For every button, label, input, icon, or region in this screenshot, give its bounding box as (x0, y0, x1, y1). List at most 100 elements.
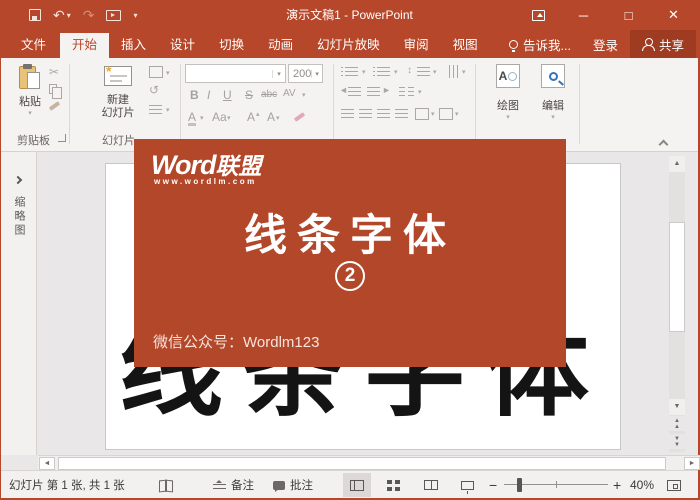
columns-icon[interactable] (399, 87, 405, 96)
font-color-dropdown-icon[interactable]: ▾ (200, 114, 204, 122)
character-spacing-dropdown-icon[interactable]: ▾ (302, 91, 306, 99)
close-button[interactable]: ✕ (651, 0, 696, 30)
justify-icon[interactable] (395, 109, 408, 118)
grow-font-button[interactable]: A (247, 111, 255, 123)
share-button[interactable]: 共享 (629, 30, 696, 58)
sign-in-button[interactable]: 登录 (581, 35, 630, 54)
scroll-down-icon[interactable]: ▼ (669, 399, 685, 415)
tab-home[interactable]: 开始 (60, 33, 110, 58)
minimize-button[interactable]: ─ (561, 0, 606, 30)
convert-smartart-dropdown-icon[interactable]: ▾ (455, 110, 459, 118)
tab-design[interactable]: 设计 (158, 33, 207, 58)
reset-slide-icon[interactable]: ↺ (149, 84, 159, 96)
tab-file[interactable]: 文件 (7, 33, 60, 58)
scroll-up-icon[interactable]: ▲ (669, 156, 685, 172)
normal-view-icon (350, 479, 364, 491)
fit-to-window-button[interactable] (667, 471, 681, 499)
copy-icon[interactable] (49, 84, 62, 99)
vertical-scroll-thumb[interactable] (669, 222, 685, 332)
reading-view-icon (424, 480, 438, 490)
align-right-icon[interactable] (377, 109, 390, 118)
editing-group-button[interactable]: 编辑 ▾ (533, 64, 573, 121)
clipboard-dialog-launcher-icon[interactable] (58, 134, 66, 142)
decrease-indent-icon[interactable] (348, 87, 361, 96)
bullets-dropdown-icon[interactable]: ▾ (362, 68, 366, 76)
scroll-left-icon[interactable]: ◄ (39, 457, 55, 470)
strikethrough-button[interactable]: S (245, 89, 253, 101)
zoom-level[interactable]: 40% (630, 471, 654, 499)
change-case-button[interactable]: Aa (212, 111, 227, 123)
previous-slide-icon[interactable]: ▲ ▲ (669, 416, 685, 431)
drawing-icon: A (496, 64, 520, 88)
text-direction-dropdown-icon[interactable]: ▾ (462, 68, 466, 76)
font-size-combo[interactable]: 200 ▾ (288, 64, 323, 83)
clear-formatting-chars-button[interactable]: abc (261, 90, 277, 100)
tell-me-button[interactable]: 告诉我... (499, 35, 581, 54)
collapse-ribbon-button[interactable] (658, 139, 669, 151)
tab-animations[interactable]: 动画 (256, 33, 305, 58)
format-painter-icon[interactable] (48, 101, 61, 111)
horizontal-scrollbar[interactable]: ◄ ► (38, 455, 700, 470)
slide-layout-dropdown-icon[interactable]: ▾ (166, 69, 170, 77)
change-case-dropdown-icon[interactable]: ▾ (227, 114, 231, 122)
tell-me-label: 告诉我... (523, 38, 571, 53)
ribbon-display-options-icon (532, 9, 545, 21)
text-direction-icon[interactable] (449, 65, 458, 78)
next-slide-icon[interactable]: ▼ ▼ (669, 434, 685, 449)
distribute-text-icon[interactable] (415, 108, 429, 120)
section-icon[interactable] (149, 105, 162, 114)
drawing-group-button[interactable]: A 绘图 ▾ (488, 64, 528, 121)
convert-smartart-icon[interactable] (439, 108, 453, 120)
font-name-dropdown-icon[interactable]: ▾ (272, 69, 285, 78)
bold-button[interactable]: B (190, 89, 199, 101)
notes-button[interactable]: 备注 (213, 471, 254, 499)
slide-sorter-view-button[interactable] (379, 473, 407, 497)
zoom-slider-thumb[interactable] (517, 478, 522, 492)
expand-thumbnails-icon[interactable] (13, 170, 23, 188)
logo-url: www.wordlm.com (154, 177, 257, 186)
maximize-button[interactable]: □ (606, 0, 651, 30)
font-name-combo[interactable]: ▾ (185, 64, 286, 83)
line-spacing-dropdown-icon[interactable]: ▾ (433, 68, 437, 76)
font-size-dropdown-icon[interactable]: ▾ (311, 69, 322, 78)
tab-review[interactable]: 审阅 (392, 33, 441, 58)
normal-view-button[interactable] (343, 473, 371, 497)
slide-layout-icon[interactable] (149, 66, 163, 78)
zoom-in-button[interactable]: + (613, 471, 621, 499)
reading-view-button[interactable] (417, 473, 445, 497)
font-color-button[interactable]: A (188, 111, 197, 126)
align-center-icon[interactable] (359, 109, 372, 118)
shrink-font-button[interactable]: A (267, 111, 275, 123)
distribute-dropdown-icon[interactable]: ▾ (431, 110, 435, 118)
slide-counter[interactable]: 幻灯片 第 1 张, 共 1 张 (9, 471, 125, 499)
underline-button[interactable]: U (223, 89, 232, 101)
slideshow-view-icon (460, 480, 474, 494)
italic-button[interactable]: I (207, 89, 210, 101)
line-spacing-icon[interactable] (417, 67, 430, 76)
cut-icon[interactable]: ✂ (49, 66, 59, 78)
slideshow-view-button[interactable] (453, 473, 481, 497)
paste-button[interactable]: 粘贴 ▾ (13, 64, 47, 117)
numbering-icon[interactable] (373, 67, 390, 76)
new-slide-button[interactable]: * 新建 幻灯片 (93, 63, 143, 120)
bullets-icon[interactable] (341, 67, 358, 76)
character-spacing-button[interactable]: AV (283, 89, 296, 99)
clear-all-formatting-icon[interactable] (293, 112, 306, 122)
tab-insert[interactable]: 插入 (109, 33, 158, 58)
numbering-dropdown-icon[interactable]: ▾ (394, 68, 398, 76)
scroll-right-icon[interactable]: ► (684, 457, 700, 470)
horizontal-scroll-thumb[interactable] (58, 457, 666, 470)
tab-slideshow[interactable]: 幻灯片放映 (305, 33, 392, 58)
increase-indent-icon[interactable] (367, 87, 380, 96)
zoom-out-button[interactable]: − (489, 471, 497, 499)
align-left-icon[interactable] (341, 109, 354, 118)
vertical-scrollbar[interactable]: ▲ ▼ (669, 156, 685, 452)
thumbnail-pane-collapsed[interactable]: 缩略图 (1, 152, 37, 455)
columns-dropdown-icon[interactable]: ▾ (418, 88, 422, 96)
spell-check-button[interactable] (159, 471, 173, 499)
comments-button[interactable]: 批注 (273, 471, 313, 499)
tab-view[interactable]: 视图 (441, 33, 490, 58)
ribbon-display-options-button[interactable] (516, 0, 561, 30)
section-dropdown-icon[interactable]: ▾ (166, 106, 170, 114)
tab-transitions[interactable]: 切换 (207, 33, 256, 58)
